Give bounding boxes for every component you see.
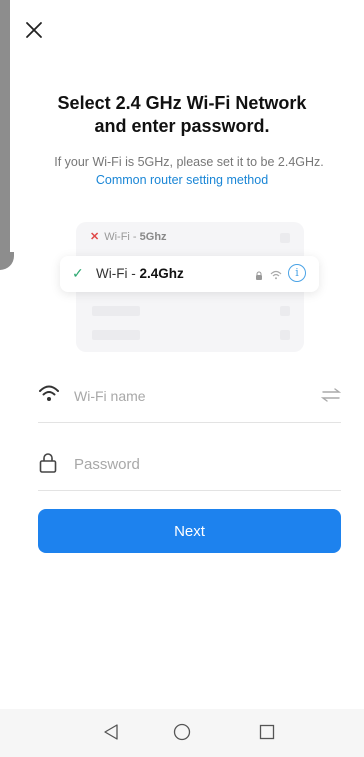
wifi-name-input[interactable]	[74, 384, 294, 408]
next-button[interactable]: Next	[38, 509, 341, 553]
cross-icon: ✕	[90, 231, 100, 243]
close-icon[interactable]	[22, 18, 46, 42]
placeholder-bar	[92, 306, 140, 316]
password-field	[38, 442, 341, 491]
placeholder-bar	[92, 330, 140, 340]
switch-network-icon[interactable]	[320, 388, 342, 407]
placeholder-square	[280, 330, 290, 340]
band-hint: If your Wi-Fi is 5GHz, please set it to …	[54, 155, 324, 169]
wifi-24g-prefix: Wi-Fi -	[96, 266, 140, 281]
wifi-24g-label: Wi-Fi - 2.4Ghz	[96, 266, 184, 281]
title-line-1: Select 2.4 GHz Wi-Fi Network	[57, 93, 307, 113]
check-icon: ✓	[72, 265, 84, 281]
wifi-5g-prefix: Wi-Fi -	[104, 231, 140, 243]
wifi-5g-band: 5Ghz	[139, 231, 167, 243]
system-nav-bar	[0, 709, 364, 757]
left-edge-overlay-tail	[0, 252, 14, 270]
wifi-name-field	[38, 374, 342, 423]
left-edge-overlay	[0, 0, 10, 264]
info-icon[interactable]: i	[288, 264, 306, 282]
wifi-5g-row: ✕ Wi-Fi - 5Ghz	[90, 230, 290, 246]
placeholder-square	[280, 233, 290, 243]
wifi-24g-band: 2.4Ghz	[139, 266, 184, 281]
back-triangle-icon[interactable]	[103, 723, 119, 746]
wifi-icon	[38, 384, 60, 409]
title-line-2: and enter password.	[94, 116, 270, 136]
password-input[interactable]	[74, 452, 294, 476]
lock-icon	[38, 452, 58, 479]
router-setting-link[interactable]: Common router setting method	[20, 173, 344, 187]
home-circle-icon[interactable]	[173, 723, 191, 746]
page-title: Select 2.4 GHz Wi-Fi Network and enter p…	[20, 92, 344, 138]
placeholder-square	[280, 306, 290, 316]
recents-square-icon[interactable]	[259, 723, 275, 746]
lock-icon	[255, 268, 263, 286]
wifi-24g-card: ✓ Wi-Fi - 2.4Ghz i	[60, 256, 319, 292]
wifi-signal-icon	[270, 267, 282, 285]
